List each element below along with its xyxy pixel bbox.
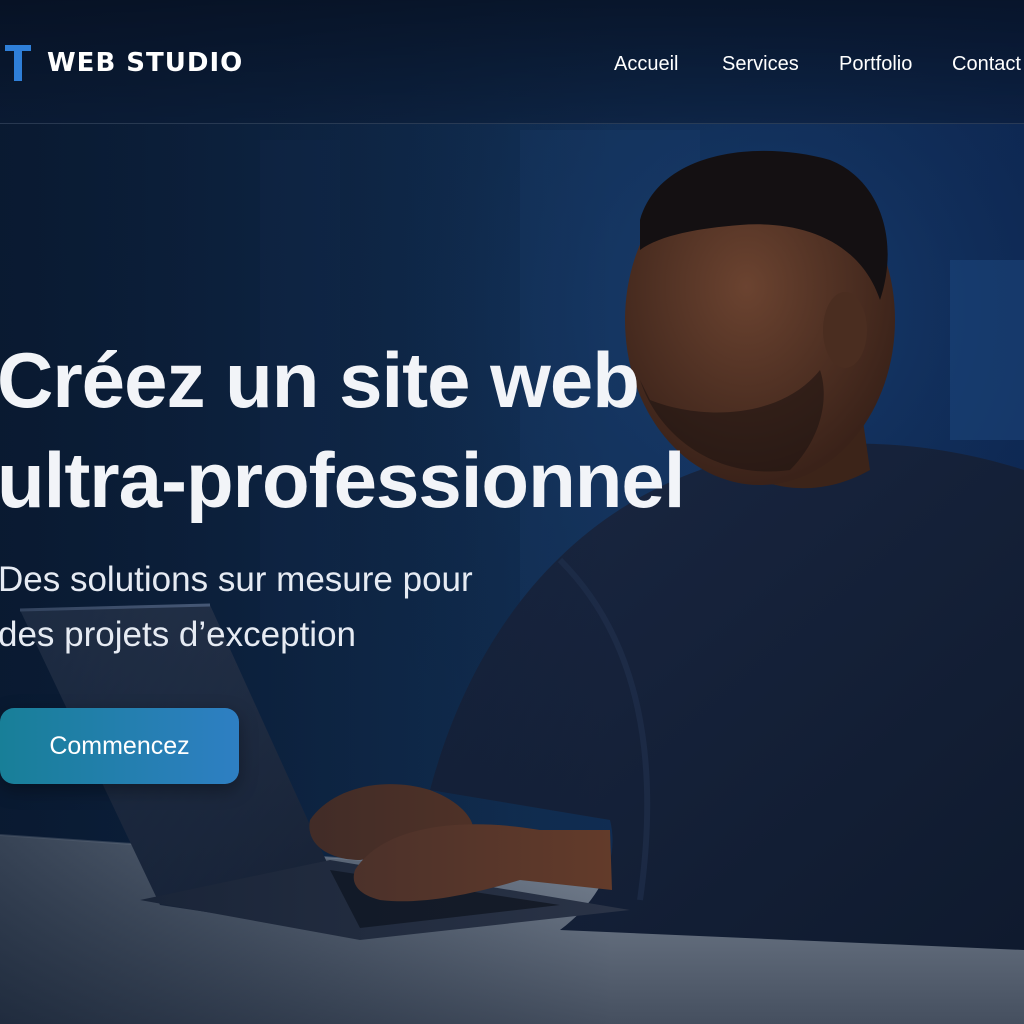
commencez-button[interactable]: Commencez xyxy=(0,708,239,784)
landing-page: WEB STUDIO Accueil Services Portfolio Co… xyxy=(0,0,1024,1024)
nav-link-contact[interactable]: Contact xyxy=(952,50,1021,78)
nav-link-portfolio[interactable]: Portfolio xyxy=(839,50,912,78)
hero-title: Créez un site web ultra-professionnel xyxy=(0,330,685,530)
brand-name[interactable]: WEB STUDIO xyxy=(47,44,243,82)
hero-subtitle-line-2: des projets d’exception xyxy=(0,615,356,654)
site-header: WEB STUDIO Accueil Services Portfolio Co… xyxy=(0,0,1024,124)
hero-subtitle-line-1: Des solutions sur mesure pour xyxy=(0,560,473,599)
nav-link-services[interactable]: Services xyxy=(722,50,799,78)
hero-subtitle: Des solutions sur mesure pour des projet… xyxy=(0,552,473,662)
hero-title-line-1: Créez un site web xyxy=(0,336,640,424)
hero-title-line-2: ultra-professionnel xyxy=(0,436,685,524)
nav-link-accueil[interactable]: Accueil xyxy=(614,50,678,78)
t-logo-icon[interactable] xyxy=(5,45,31,81)
